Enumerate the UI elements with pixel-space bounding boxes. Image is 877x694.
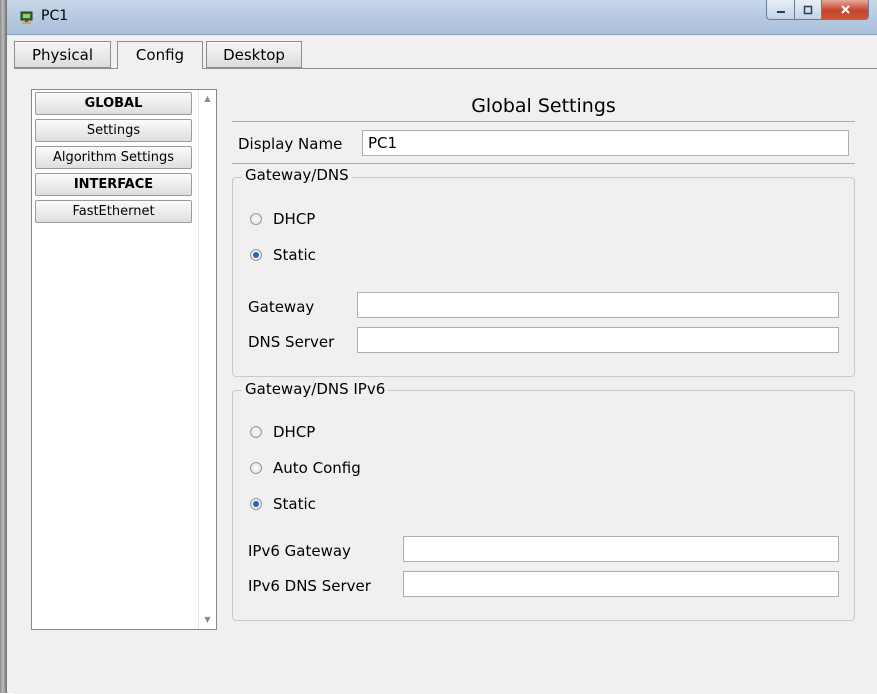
ipv6-dhcp-option[interactable]: DHCP: [250, 421, 315, 443]
title-divider: [232, 121, 855, 122]
maximize-icon: [803, 5, 813, 14]
tab-config[interactable]: Config: [117, 41, 203, 69]
ipv4-static-label: Static: [273, 246, 316, 264]
close-icon: [840, 5, 850, 14]
pc1-window: PC1 Physical Config Desktop GLOBAL Setti…: [0, 0, 877, 694]
ipv4-dhcp-radio[interactable]: [250, 213, 262, 225]
gateway-input[interactable]: [357, 292, 839, 318]
nav-scrollbar[interactable]: ▲ ▼: [198, 90, 216, 629]
ipv6-static-radio[interactable]: [250, 498, 262, 510]
scroll-up-icon[interactable]: ▲: [199, 90, 216, 108]
gateway-label: Gateway: [248, 298, 315, 316]
display-name-label: Display Name: [238, 135, 343, 153]
nav-algorithm-settings[interactable]: Algorithm Settings: [35, 146, 192, 169]
nav-global[interactable]: GLOBAL: [35, 92, 192, 115]
minimize-icon: [776, 10, 785, 13]
config-nav-list[interactable]: GLOBAL Settings Algorithm Settings INTER…: [31, 89, 217, 630]
gateway-dns-legend: Gateway/DNS: [242, 166, 352, 184]
display-name-divider: [232, 163, 855, 164]
scroll-down-icon[interactable]: ▼: [199, 611, 216, 629]
page-title: Global Settings: [471, 95, 616, 117]
ipv6-auto-config-radio[interactable]: [250, 462, 262, 474]
ipv4-static-option[interactable]: Static: [250, 244, 316, 266]
window-left-edge: [0, 0, 7, 693]
dns-server-input[interactable]: [357, 327, 839, 353]
ipv6-dhcp-label: DHCP: [273, 423, 316, 441]
nav-interface[interactable]: INTERFACE: [35, 173, 192, 196]
ipv6-static-option[interactable]: Static: [250, 493, 316, 515]
window-title: PC1: [41, 8, 69, 24]
close-button[interactable]: [822, 0, 869, 20]
minimize-button[interactable]: [766, 0, 795, 20]
display-name-input[interactable]: [362, 130, 849, 156]
ipv6-dns-server-label: IPv6 DNS Server: [248, 577, 371, 595]
window-controls: [766, 0, 869, 20]
ipv4-static-radio[interactable]: [250, 249, 262, 261]
dns-server-label: DNS Server: [248, 333, 335, 351]
nav-settings[interactable]: Settings: [35, 119, 192, 142]
tab-physical[interactable]: Physical: [14, 41, 111, 68]
pc-app-icon: [20, 11, 33, 24]
ipv6-gateway-label: IPv6 Gateway: [248, 542, 351, 560]
tab-desktop[interactable]: Desktop: [206, 41, 302, 68]
ipv4-dhcp-option[interactable]: DHCP: [250, 208, 315, 230]
ipv6-gateway-input[interactable]: [403, 536, 839, 562]
ipv6-static-label: Static: [273, 495, 316, 513]
ipv6-auto-config-label: Auto Config: [273, 459, 361, 477]
title-bar[interactable]: PC1: [7, 0, 877, 35]
ipv4-dhcp-label: DHCP: [273, 210, 316, 228]
maximize-button[interactable]: [795, 0, 822, 20]
ipv6-dns-server-input[interactable]: [403, 571, 839, 597]
ipv6-dhcp-radio[interactable]: [250, 426, 262, 438]
ipv6-auto-config-option[interactable]: Auto Config: [250, 457, 361, 479]
nav-fastethernet[interactable]: FastEthernet: [35, 200, 192, 223]
gateway-dns-ipv6-legend: Gateway/DNS IPv6: [242, 380, 389, 398]
